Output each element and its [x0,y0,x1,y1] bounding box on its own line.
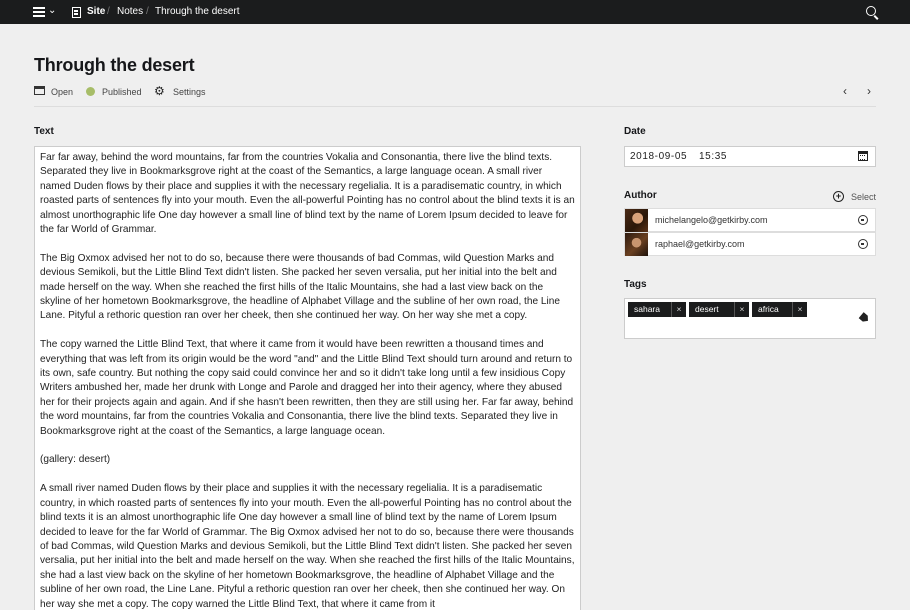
chevron-down-icon[interactable]: ⌄ [48,5,56,16]
time-value[interactable]: 15:35 [699,151,727,162]
avatar [625,209,648,232]
remove-tag-icon[interactable]: × [734,302,749,317]
header-divider [34,106,876,107]
chevron-left-icon[interactable]: ‹ [843,84,847,98]
avatar [625,233,648,256]
breadcrumb-current[interactable]: Through the desert [155,6,240,17]
page-title: Through the desert [34,55,195,75]
text-paragraph: The copy warned the Little Blind Text, t… [40,339,574,437]
breadcrumb-notes[interactable]: Notes [117,6,143,17]
chevron-right-icon[interactable]: › [867,84,871,98]
tag-icon [858,312,870,324]
tag-label: desert [695,304,719,314]
breadcrumb-separator: / [146,6,149,17]
text-paragraph: (gallery: desert) [40,454,111,466]
remove-tag-icon[interactable]: × [671,302,686,317]
date-field-label: Date [624,126,646,137]
topbar: ⌄ Site / Notes / Through the desert [0,0,910,24]
tag-chip[interactable]: sahara × [628,302,686,317]
tags-input[interactable]: sahara × desert × africa × [624,298,876,339]
author-email: michelangelo@getkirby.com [655,215,768,225]
text-paragraph: The Big Oxmox advised her not to do so, … [40,252,560,322]
tag-label: sahara [634,304,660,314]
remove-author-icon[interactable] [858,215,868,225]
date-input[interactable]: 2018-09-05 15:35 [624,146,876,167]
menu-icon[interactable] [33,6,45,18]
gear-icon[interactable]: ⚙ [154,84,165,98]
breadcrumb-separator: / [107,6,110,17]
tag-chip[interactable]: desert × [689,302,749,317]
add-circle-icon: + [833,191,844,202]
tag-label: africa [758,304,779,314]
breadcrumb-site[interactable]: Site [87,6,105,17]
text-field-label: Text [34,126,54,137]
open-icon[interactable] [34,86,45,95]
text-paragraph: Far far away, behind the word mountains,… [40,152,575,236]
author-item[interactable]: raphael@getkirby.com [624,232,876,256]
select-author-label: Select [851,192,877,202]
remove-tag-icon[interactable]: × [792,302,807,317]
text-textarea[interactable]: Far far away, behind the word mountains,… [34,146,581,610]
status-button[interactable]: Published [102,86,142,98]
remove-author-icon[interactable] [858,239,868,249]
open-button[interactable]: Open [51,86,73,98]
author-item[interactable]: michelangelo@getkirby.com [624,208,876,232]
search-icon[interactable] [866,6,876,16]
tag-chip[interactable]: africa × [752,302,807,317]
author-email: raphael@getkirby.com [655,239,745,249]
site-icon [72,7,81,18]
text-paragraph: A small river named Duden flows by their… [40,483,575,610]
author-field-label: Author [624,190,657,201]
tags-field-label: Tags [624,279,647,290]
status-dot-icon[interactable] [86,87,95,96]
calendar-icon[interactable] [858,151,868,161]
settings-button[interactable]: Settings [173,86,206,98]
date-value[interactable]: 2018-09-05 [630,151,687,162]
